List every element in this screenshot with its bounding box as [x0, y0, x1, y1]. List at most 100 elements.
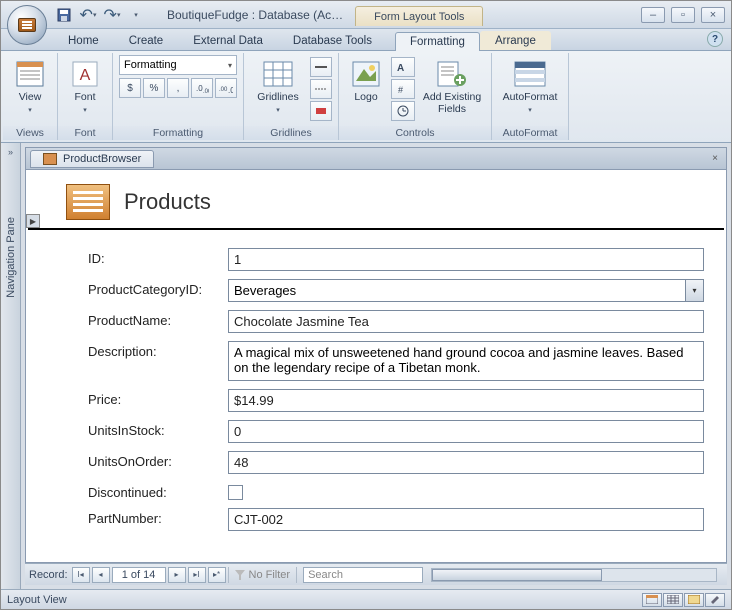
label-discontinued[interactable]: Discontinued: [88, 482, 228, 500]
form-logo-icon[interactable] [66, 184, 110, 220]
record-label: Record: [29, 569, 68, 581]
navigation-pane-label: Navigation Pane [5, 217, 17, 298]
tab-external-data[interactable]: External Data [178, 31, 278, 50]
input-unitsinstock[interactable]: 0 [228, 420, 704, 443]
doc-tab-productbrowser[interactable]: ProductBrowser [30, 150, 154, 168]
add-existing-fields-button[interactable]: Add Existing Fields [419, 55, 485, 118]
status-bar: Layout View [1, 589, 731, 609]
ribbon-group-formatting: Formatting▾ $ % , .0.00 .00.0 Formatting [113, 53, 244, 140]
ribbon-group-controls: Logo A # Add Existing Fields Controls [339, 53, 492, 140]
title-button[interactable]: A [391, 57, 415, 77]
add-fields-label: Add Existing Fields [423, 92, 481, 115]
increase-decimals-button[interactable]: .0.00 [191, 78, 213, 98]
add-fields-icon [436, 58, 468, 90]
form-view-button[interactable] [642, 593, 662, 607]
input-unitsonorder[interactable]: 48 [228, 451, 704, 474]
label-id[interactable]: ID: [88, 248, 228, 266]
nofilter-label: No Filter [249, 569, 291, 581]
currency-button[interactable]: $ [119, 78, 141, 98]
group-label-formatting: Formatting [113, 126, 243, 140]
input-price[interactable]: $14.99 [228, 389, 704, 412]
label-productname[interactable]: ProductName: [88, 310, 228, 328]
view-button[interactable]: View▾ [9, 55, 51, 118]
last-record-button[interactable]: ▸I [188, 567, 206, 583]
label-unitsonorder[interactable]: UnitsOnOrder: [88, 451, 228, 469]
first-record-button[interactable]: I◂ [72, 567, 90, 583]
close-button[interactable]: × [701, 7, 725, 23]
layout-view-button[interactable] [684, 593, 704, 607]
doc-tab-close-button[interactable]: × [708, 153, 722, 164]
svg-text:A: A [397, 63, 404, 73]
design-view-button[interactable] [705, 593, 725, 607]
font-label: Font [74, 91, 95, 103]
navigation-pane-shutter[interactable]: » Navigation Pane [1, 143, 21, 589]
input-partnumber[interactable]: CJT-002 [228, 508, 704, 531]
record-search-input[interactable]: Search [303, 567, 423, 583]
prev-record-button[interactable]: ◂ [92, 567, 110, 583]
tab-arrange[interactable]: Arrange [480, 31, 551, 50]
style-button[interactable] [310, 79, 332, 99]
page-numbers-button[interactable]: # [391, 79, 415, 99]
gridlines-button[interactable]: Gridlines ▾ [250, 55, 306, 118]
form-title[interactable]: Products [124, 189, 211, 215]
datasheet-view-button[interactable] [663, 593, 683, 607]
font-button[interactable]: A Font▾ [64, 55, 106, 118]
qat-customize-button[interactable]: ▾ [125, 5, 147, 25]
minimize-button[interactable]: – [641, 7, 665, 23]
logo-icon [350, 58, 382, 90]
tab-home[interactable]: Home [53, 31, 114, 50]
ribbon-group-autoformat: AutoFormat▾ AutoFormat [492, 53, 569, 140]
new-record-button[interactable]: ▸* [208, 567, 226, 583]
comma-button[interactable]: , [167, 78, 189, 98]
dropdown-icon: ▾ [276, 107, 280, 114]
help-button[interactable]: ? [707, 31, 723, 47]
form-surface: Products ▶ ID: 1 ProductCategoryID: Beve… [25, 169, 727, 563]
checkbox-discontinued[interactable] [228, 485, 243, 500]
office-button[interactable] [7, 5, 47, 45]
view-icon [14, 58, 46, 90]
undo-button[interactable]: ↶▾ [77, 5, 99, 25]
input-description[interactable]: A magical mix of unsweetened hand ground… [228, 341, 704, 381]
svg-text:.00: .00 [203, 89, 209, 94]
tab-formatting[interactable]: Formatting [395, 32, 480, 51]
dropdown-icon[interactable]: ▾ [685, 280, 703, 301]
dropdown-icon: ▾ [528, 107, 532, 114]
horizontal-scrollbar[interactable] [431, 568, 717, 582]
input-id[interactable]: 1 [228, 248, 704, 271]
record-selector[interactable]: ▶ [26, 214, 40, 228]
filter-indicator[interactable]: No Filter [228, 567, 298, 583]
tab-database-tools[interactable]: Database Tools [278, 31, 387, 50]
document-area: ProductBrowser × Products ▶ ID: 1 P [21, 143, 731, 589]
group-label-font: Font [58, 126, 112, 140]
format-combo[interactable]: Formatting▾ [119, 55, 237, 75]
dropdown-icon: ▾ [28, 107, 32, 114]
quick-access-toolbar: ↶▾ ↷▾ ▾ [53, 1, 147, 28]
dropdown-icon: ▾ [228, 61, 232, 70]
gridlines-label: Gridlines [257, 91, 298, 103]
label-description[interactable]: Description: [88, 341, 228, 359]
decrease-decimals-button[interactable]: .00.0 [215, 78, 237, 98]
scrollbar-thumb[interactable] [432, 569, 602, 581]
label-price[interactable]: Price: [88, 389, 228, 407]
redo-button[interactable]: ↷▾ [101, 5, 123, 25]
record-position[interactable]: 1 of 14 [112, 567, 166, 583]
font-icon: A [69, 58, 101, 90]
color-button[interactable] [310, 101, 332, 121]
group-label-controls: Controls [339, 126, 491, 140]
tab-create[interactable]: Create [114, 31, 179, 50]
date-time-button[interactable] [391, 101, 415, 121]
label-productcategoryid[interactable]: ProductCategoryID: [88, 279, 228, 297]
restore-button[interactable]: ▫ [671, 7, 695, 23]
percent-button[interactable]: % [143, 78, 165, 98]
filter-icon [235, 570, 245, 580]
select-productcategoryid[interactable]: Beverages ▾ [228, 279, 704, 302]
logo-button[interactable]: Logo [345, 55, 387, 107]
label-partnumber[interactable]: PartNumber: [88, 508, 228, 526]
autoformat-button[interactable]: AutoFormat▾ [498, 55, 562, 118]
status-view-label: Layout View [7, 594, 67, 606]
label-unitsinstock[interactable]: UnitsInStock: [88, 420, 228, 438]
input-productname[interactable]: Chocolate Jasmine Tea [228, 310, 704, 333]
next-record-button[interactable]: ▸ [168, 567, 186, 583]
width-button[interactable] [310, 57, 332, 77]
save-button[interactable] [53, 5, 75, 25]
